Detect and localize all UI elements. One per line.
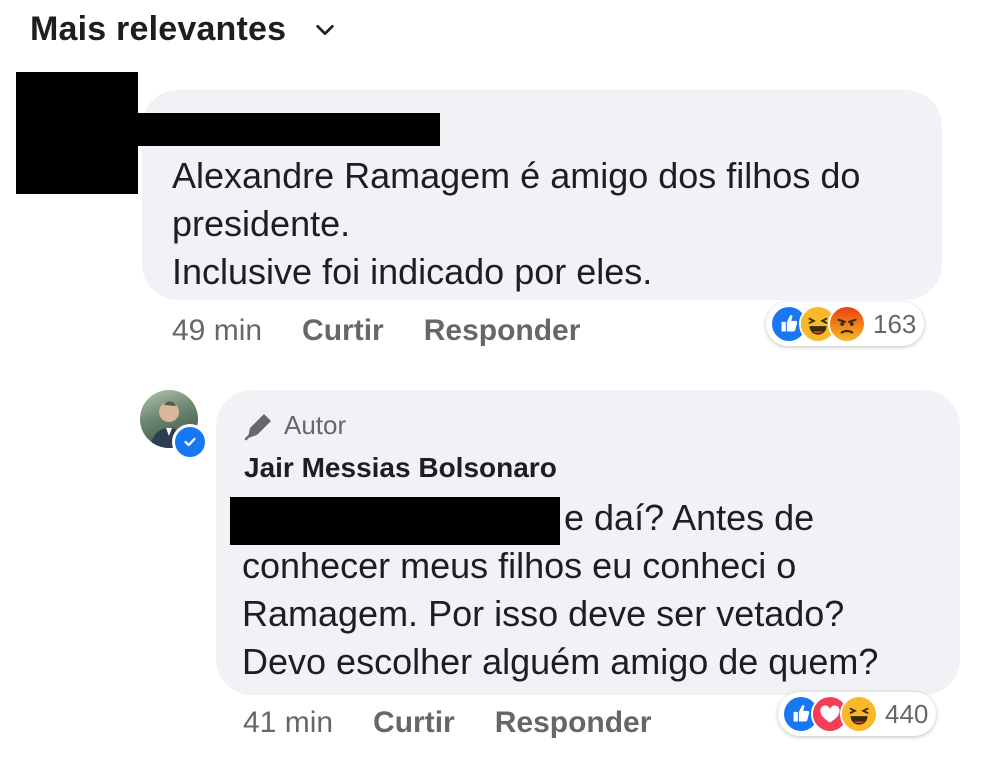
like-button[interactable]: Curtir [373, 706, 455, 740]
reply-text: e daí? Antes de conhecer meus filhos eu … [242, 494, 952, 686]
reaction-count: 163 [873, 308, 917, 339]
reply-button[interactable]: Responder [424, 314, 581, 348]
redacted-author-name [138, 113, 440, 146]
author-badge-label: Autor [284, 410, 347, 440]
reply-text-line: Devo escolher alguém amigo de quem? [242, 641, 879, 682]
reply-button[interactable]: Responder [495, 706, 652, 740]
reply-text-line: conhecer meus filhos eu conheci o [242, 545, 797, 586]
reply-actions: 41 min Curtir Responder [243, 706, 651, 740]
comment-text-line: presidente. [172, 203, 351, 244]
comment-timestamp[interactable]: 49 min [172, 314, 262, 348]
comment-text-line: Alexandre Ramagem é amigo dos filhos do [172, 155, 861, 196]
author-name[interactable]: Jair Messias Bolsonaro [244, 452, 557, 484]
sort-label: Mais relevantes [30, 10, 287, 48]
reaction-count: 440 [885, 698, 929, 729]
sort-dropdown[interactable]: Mais relevantes [30, 10, 336, 49]
reactions-summary[interactable]: 163 [766, 302, 925, 346]
comment-text-line: Inclusive foi indicado por eles. [172, 251, 653, 292]
reply-text-line: Ramagem. Por isso deve ser vetado? [242, 593, 845, 634]
redacted-avatar [16, 72, 138, 194]
chevron-down-icon [316, 24, 334, 35]
comment-text: Alexandre Ramagem é amigo dos filhos do … [172, 152, 932, 296]
like-button[interactable]: Curtir [302, 314, 384, 348]
comment-actions: 49 min Curtir Responder [172, 314, 580, 348]
pencil-icon [244, 413, 271, 440]
reply-text-line: e daí? Antes de [564, 497, 815, 538]
reply-timestamp[interactable]: 41 min [243, 706, 333, 740]
haha-icon [840, 695, 878, 733]
reactions-summary[interactable]: 440 [778, 692, 937, 736]
author-badge: Autor [244, 410, 346, 441]
verified-badge-icon [172, 424, 208, 460]
angry-icon [828, 305, 866, 343]
